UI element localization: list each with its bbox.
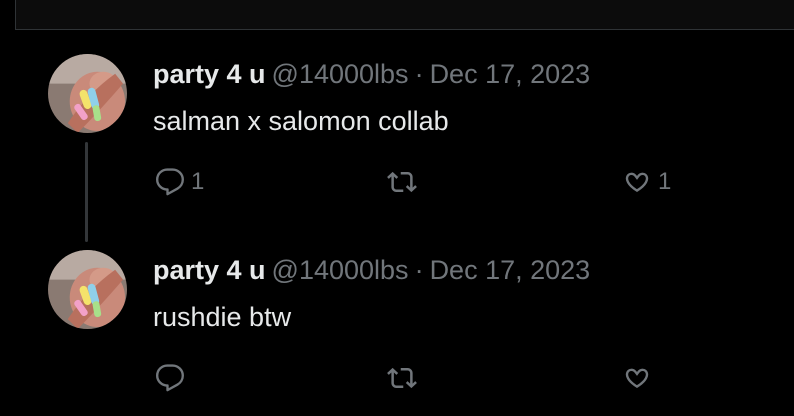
header-separator: · [414,255,424,285]
tweet-text: salman x salomon collab [153,106,449,136]
tweet-actions: 1 1 [0,164,794,204]
tweet-date[interactable]: Dec 17, 2023 [430,255,591,285]
heart-icon [625,172,649,192]
thread-view: party 4 u @14000lbs · Dec 17, 2023 salman x… [0,0,794,416]
heart-icon [625,368,649,388]
avatar-image [48,54,127,133]
retweet-icon [387,367,417,389]
reply-icon [156,168,184,196]
avatar[interactable] [48,54,127,133]
reply-button[interactable] [155,360,191,396]
avatar-image [48,250,127,329]
retweet-icon [387,171,417,193]
reply-button[interactable]: 1 [155,164,204,200]
like-button[interactable] [622,360,658,396]
retweet-button[interactable] [387,360,423,396]
reply-icon [156,364,184,392]
tweet-text: rushdie btw [153,302,292,332]
avatar[interactable] [48,250,127,329]
header-separator: · [414,59,424,89]
tweet-header: party 4 u @14000lbs · Dec 17, 2023 [153,58,590,90]
like-button[interactable]: 1 [622,164,671,200]
retweet-button[interactable] [387,164,423,200]
tweet-header: party 4 u @14000lbs · Dec 17, 2023 [153,254,590,286]
tweet-actions [0,360,794,400]
like-count: 1 [658,168,672,195]
author-name[interactable]: party 4 u [153,255,266,285]
author-name[interactable]: party 4 u [153,59,266,89]
previous-content-bar [15,0,794,30]
author-handle[interactable]: @14000lbs [272,59,409,89]
author-handle[interactable]: @14000lbs [272,255,409,285]
tweet-date[interactable]: Dec 17, 2023 [430,59,591,89]
reply-count: 1 [191,168,205,195]
